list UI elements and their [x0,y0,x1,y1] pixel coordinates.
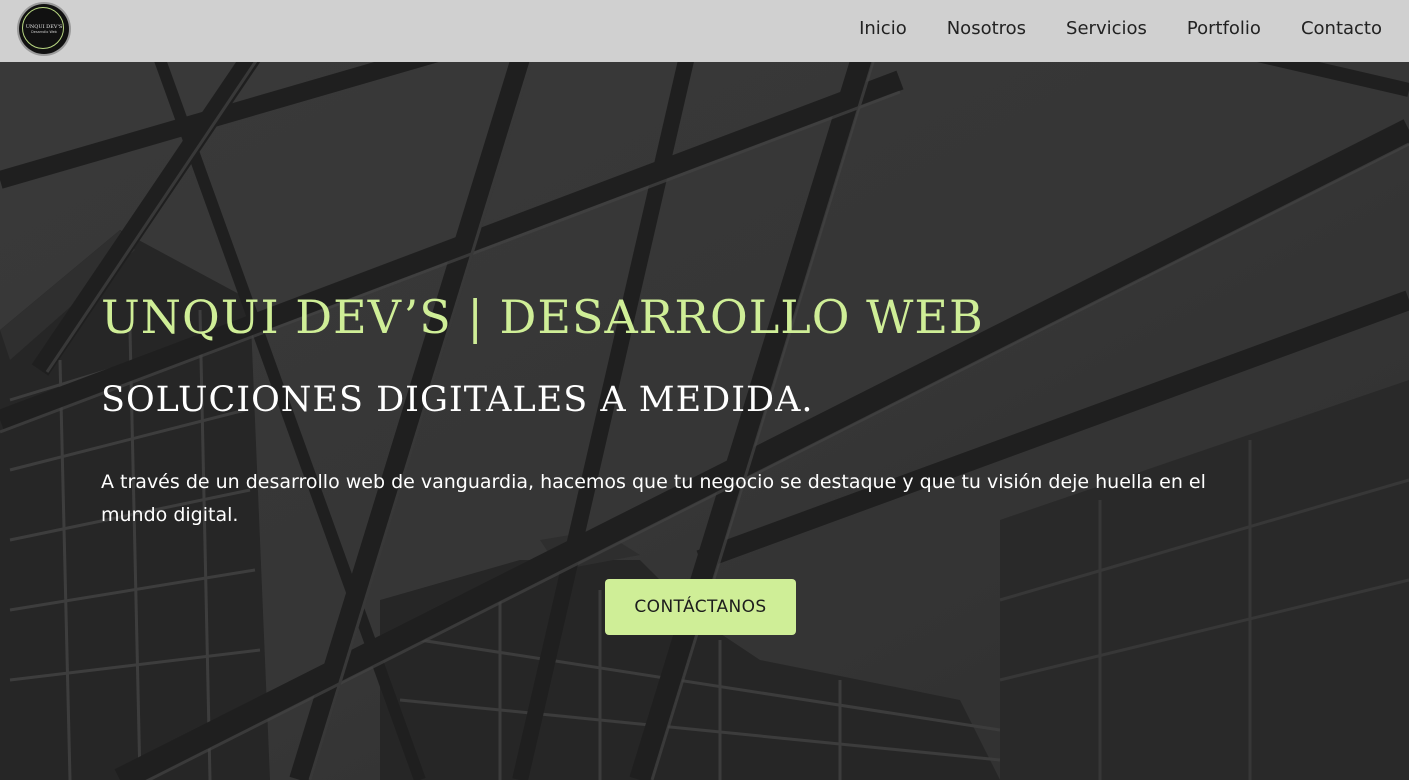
nav-menu: Inicio Nosotros Servicios Portfolio Cont… [819,0,1382,57]
site-logo[interactable]: UNQUI DEV'S Desarrollo Web [19,4,69,54]
hero-subtitle: SOLUCIONES DIGITALES A MEDIDA. [101,380,814,420]
top-navbar: UNQUI DEV'S Desarrollo Web Inicio Nosotr… [0,0,1409,62]
hero-title: UNQUI DEV’S | DESARROLLO WEB [101,290,984,344]
nav-link-portfolio[interactable]: Portfolio [1187,18,1261,39]
page: UNQUI DEV'S Desarrollo Web Inicio Nosotr… [0,0,1409,780]
logo-ring [22,7,64,49]
nav-link-servicios[interactable]: Servicios [1066,18,1147,39]
nav-link-nosotros[interactable]: Nosotros [947,18,1026,39]
nav-link-inicio[interactable]: Inicio [859,18,907,39]
hero-description: A través de un desarrollo web de vanguar… [101,471,1206,526]
contact-cta-button[interactable]: CONTÁCTANOS [605,579,796,635]
nav-link-contacto[interactable]: Contacto [1301,18,1382,39]
